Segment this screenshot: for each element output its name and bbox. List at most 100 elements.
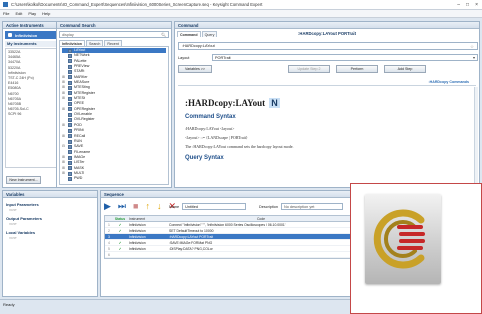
my-instruments-list: 33522A 34465A 34470A 53220A Infiniivisio… [5, 48, 59, 168]
menu-file[interactable]: File [3, 11, 9, 16]
command-field[interactable]: :HARDcopy:LAYout ☆ [178, 42, 478, 50]
command-node-icon [68, 155, 72, 160]
command-node-icon [68, 166, 72, 171]
variables-button[interactable]: Variables >> [178, 65, 212, 73]
my-instruments-title: My Instruments [5, 41, 59, 47]
command-node-icon [68, 48, 72, 53]
maximize-button[interactable]: □ [466, 2, 469, 8]
row-status: ✓ [118, 229, 122, 233]
window-title: C:\Users\kolkol\Documents\IO_Command_Exp… [11, 2, 263, 7]
window-controls: – □ × [457, 2, 478, 8]
menu-edit[interactable]: Edit [15, 11, 22, 16]
expand-toggle-icon[interactable]: ⊞ [62, 96, 66, 101]
row-code [167, 252, 353, 257]
run-icon[interactable]: ▶ [104, 201, 111, 211]
title-bar: C:\Users\kolkol\Documents\IO_Command_Exp… [0, 0, 482, 10]
row-number: 3 [108, 235, 110, 239]
row-instrument: Infiniivision [129, 235, 146, 239]
row-instrument: Infiniivision [129, 247, 146, 251]
command-node-icon [68, 160, 72, 165]
row-code: :HARDcopy:LAYout PORTrait [169, 235, 214, 239]
expand-toggle-icon[interactable]: ⊞ [62, 134, 66, 139]
doc-scrollbar[interactable] [474, 87, 478, 187]
col-status: Status [114, 217, 126, 221]
row-status [113, 252, 127, 257]
name-input[interactable]: Untitled [182, 203, 247, 210]
favorite-star-icon[interactable]: ☆ [470, 43, 474, 50]
table-row[interactable]: 6 [105, 252, 353, 258]
tree-item[interactable]: PWD [62, 176, 166, 181]
row-code: Connect "Infiniivision" '"', 'Infiniivis… [169, 223, 286, 227]
description-input[interactable]: No description yet [281, 203, 343, 210]
expand-toggle-icon[interactable]: ⊞ [62, 171, 66, 176]
stop-icon[interactable]: ■ [133, 201, 138, 211]
doc-divider [178, 85, 476, 86]
command-node-icon [68, 123, 72, 128]
command-node-icon [68, 64, 72, 69]
row-number: 1 [108, 223, 110, 227]
move-up-icon[interactable]: ↑ [145, 201, 150, 211]
command-buttons: Variables >> Update Step 2 Perform Add S… [178, 65, 478, 73]
tab-recent[interactable]: Recent [104, 40, 122, 46]
command-node-icon [68, 59, 72, 64]
command-node-icon [68, 112, 72, 117]
sequence-description-row: Description No description yet [259, 203, 343, 210]
menu-help[interactable]: Help [42, 11, 50, 16]
row-status: ✓ [118, 223, 122, 227]
tab-infiniivision[interactable]: Infiniivision [59, 40, 85, 46]
brand-logo-icon [373, 209, 425, 269]
step-icon[interactable]: ⏭ [118, 201, 126, 211]
active-instrument-item[interactable]: Infiniivision [5, 31, 59, 39]
expand-toggle-icon[interactable]: ⊟ [62, 144, 66, 149]
query-syntax-heading: Query Syntax [185, 155, 224, 161]
search-input[interactable]: display 🔍︎ [59, 31, 169, 38]
minimize-button[interactable]: – [457, 2, 460, 8]
input-parameters-none: none [9, 208, 17, 212]
expand-toggle-icon[interactable]: ⊞ [62, 123, 66, 128]
row-number: 6 [108, 253, 110, 257]
tree-item-label: PWD [74, 176, 83, 181]
menu-play[interactable]: Play [28, 11, 36, 16]
command-node-icon [68, 176, 72, 181]
close-button[interactable]: × [475, 2, 478, 8]
layout-parameter-row: Layout PORTrait [178, 53, 478, 62]
command-node-icon [68, 54, 72, 59]
command-node-icon [68, 86, 72, 91]
row-instrument: Infiniivision [129, 223, 146, 227]
command-node-icon [68, 107, 72, 112]
command-search-panel: Command Search display 🔍︎ Infiniivision … [56, 21, 172, 188]
layout-select[interactable]: PORTrait [212, 54, 478, 61]
active-instrument-label: Infiniivision [15, 32, 38, 38]
col-number [105, 216, 113, 221]
command-node-icon [68, 80, 72, 85]
update-step-button[interactable]: Update Step 2 [288, 65, 330, 73]
command-syntax-heading: Command Syntax [185, 114, 236, 120]
command-field-value: :HARDcopy:LAYout [182, 44, 215, 48]
search-text: display [62, 32, 74, 37]
command-panel-title: Command [175, 22, 479, 29]
output-parameters-none: none [9, 222, 17, 226]
command-tree: LAYout NETWork PALette PREVIew STARt ⊞ MARKer ⊞… [59, 46, 169, 185]
tab-search[interactable]: Search [85, 40, 104, 46]
variables-title: Variables [3, 191, 97, 198]
row-number: 4 [108, 241, 110, 245]
expand-toggle-icon[interactable]: ⊞ [62, 107, 66, 112]
command-node-icon [68, 102, 72, 107]
search-icon[interactable]: 🔍︎ [161, 32, 166, 37]
col-code: Code [256, 217, 266, 221]
sequence-grid: Status Instrument Code 1 ✓ Infiniivision Co… [104, 215, 354, 259]
description-label: Description [259, 204, 278, 209]
output-parameters-heading: Output Parameters [6, 216, 43, 221]
syntax-line: <layout> ::= {LANDscape | PORTrait} [185, 135, 248, 140]
command-node-icon [68, 128, 72, 133]
add-step-button[interactable]: Add Step [384, 65, 426, 73]
row-status: ✓ [118, 247, 122, 251]
move-down-icon[interactable]: ↓ [157, 201, 162, 211]
command-node-icon [68, 75, 72, 80]
list-item[interactable]: SCPI 96 [8, 112, 56, 117]
new-instrument-button[interactable]: New Instrument... [6, 176, 41, 184]
instrument-icon [8, 33, 12, 37]
hardcopy-commands-link[interactable]: :HARDcopy Commands [428, 80, 469, 84]
perform-button[interactable]: Perform [336, 65, 378, 73]
row-code: :SAVE:IMAGe:FORMat PNG [169, 241, 213, 245]
